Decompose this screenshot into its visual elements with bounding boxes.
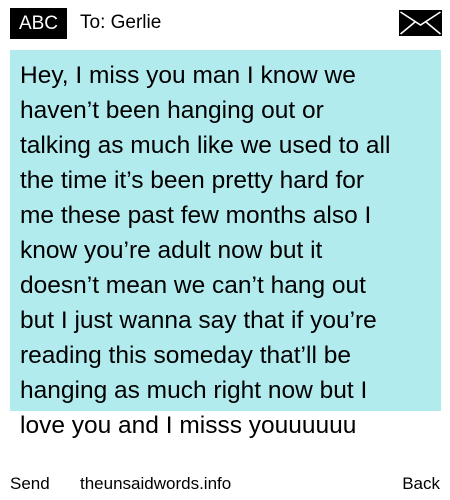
site-link[interactable]: theunsaidwords.info — [80, 468, 231, 500]
send-button[interactable]: Send — [10, 468, 50, 500]
recipient-label: To: Gerlie — [80, 12, 162, 33]
message-body[interactable]: Hey, I miss you man I know we haven’t be… — [20, 58, 440, 443]
back-button[interactable]: Back — [402, 468, 440, 500]
envelope-icon[interactable] — [399, 10, 442, 36]
header-bar: ABC To: Gerlie — [0, 0, 450, 48]
footer-bar: Send theunsaidwords.info Back — [0, 468, 450, 500]
input-mode-badge[interactable]: ABC — [10, 8, 67, 39]
